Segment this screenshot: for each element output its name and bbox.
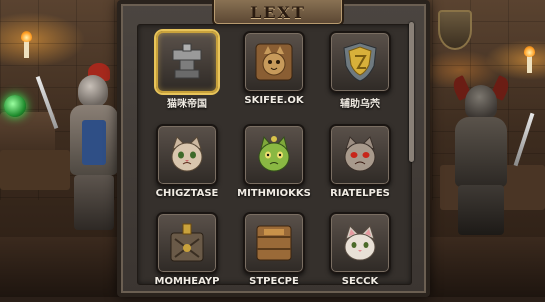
panel-title: LEXT <box>250 2 306 22</box>
tile-frame[interactable] <box>329 124 391 186</box>
tile-frame[interactable] <box>329 212 391 274</box>
potion-crate-icon <box>170 223 204 262</box>
tile-label: 辅助乌茓 <box>340 99 380 110</box>
green-orb-icon <box>4 95 26 117</box>
golden-shield-icon <box>343 42 377 82</box>
grid-tile[interactable]: SECCK <box>295 212 415 302</box>
tile-label: SECCK <box>341 276 379 287</box>
pink-cat-face-icon <box>344 225 376 261</box>
knight-character-left <box>70 63 120 235</box>
stone-anvil-icon <box>172 43 202 79</box>
wall-shield-icon <box>438 10 472 50</box>
cat-face-icon <box>171 136 203 172</box>
tile-frame[interactable] <box>329 31 391 93</box>
candle-icon <box>21 31 32 58</box>
green-cat-face-icon <box>258 135 290 172</box>
title-plate: LEXT <box>212 0 344 26</box>
tile-label: RIATELPES <box>330 188 390 199</box>
red-eyed-cat-face-icon <box>344 136 376 172</box>
grid-tile[interactable]: RIATELPES <box>295 124 415 214</box>
horned-warrior-character-right <box>450 75 512 235</box>
candle-icon <box>524 46 535 73</box>
cat-face-crate-icon <box>255 43 293 81</box>
wooden-crate-icon <box>256 225 292 261</box>
grid-tile[interactable]: 辅助乌茓 <box>295 31 415 121</box>
wooden-table <box>0 150 70 190</box>
